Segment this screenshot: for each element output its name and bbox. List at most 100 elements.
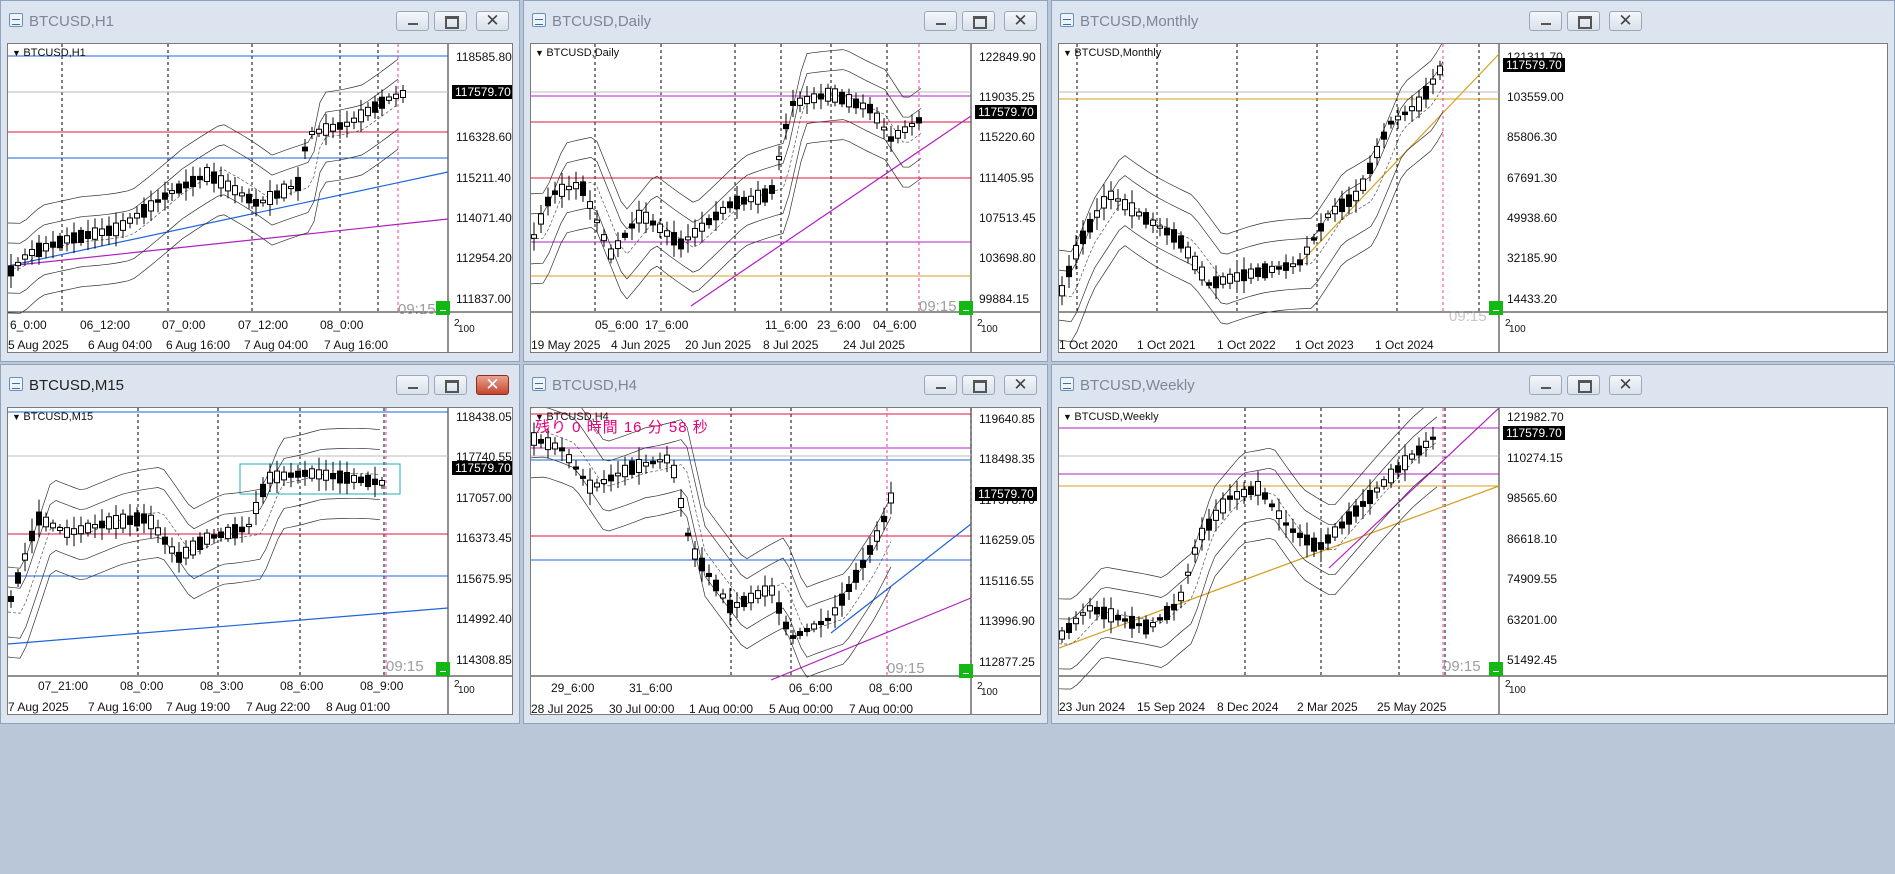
window-title: BTCUSD,H1: [29, 13, 115, 30]
y-tick: 118438.05: [456, 410, 512, 424]
y-tick: 110274.15: [1507, 451, 1563, 465]
x-time-tick: 07_12:00: [238, 318, 289, 332]
chart-window-icon: [532, 377, 546, 391]
symbol-label: BTCUSD,M15: [12, 411, 93, 423]
x-time-tick: 08_3:00: [200, 679, 244, 693]
title-bar[interactable]: BTCUSD,Monthly ✕: [1052, 1, 1894, 43]
y-tick: 67691.30: [1507, 171, 1558, 185]
minimize-button[interactable]: [924, 375, 957, 395]
window-title: BTCUSD,Daily: [552, 13, 652, 30]
close-button[interactable]: ✕: [476, 375, 509, 395]
x-date-tick: 6 Aug 04:00: [88, 338, 153, 352]
title-bar[interactable]: BTCUSD,M15 ✕: [1, 365, 519, 407]
corner-label-2: 100: [1509, 685, 1526, 696]
x-time-tick: 23_6:00: [817, 318, 861, 332]
chart-window-monthly[interactable]: BTCUSD,Monthly ✕ BTCUSD,Monthly 121311.7…: [1051, 0, 1895, 362]
minimize-button[interactable]: [924, 11, 957, 31]
chart-area[interactable]: BTCUSD,M15 118438.05 117740.55 117057.00…: [7, 407, 513, 715]
y-tick: 119640.85: [979, 412, 1035, 426]
x-time-tick: 31_6:00: [629, 681, 673, 695]
chart-area[interactable]: BTCUSD,Monthly 121311.70 103559.00 85806…: [1058, 43, 1888, 353]
minimize-button[interactable]: [396, 11, 429, 31]
window-title: BTCUSD,Weekly: [1080, 377, 1195, 394]
y-tick: 118585.80: [456, 50, 512, 64]
x-time-tick: 29_6:00: [551, 681, 595, 695]
x-date-tick: 1 Oct 2022: [1217, 338, 1276, 352]
title-bar[interactable]: BTCUSD,Daily ✕: [524, 1, 1047, 43]
maximize-button[interactable]: [962, 375, 995, 395]
x-date-tick: 7 Aug 16:00: [88, 700, 153, 714]
y-tick: 85806.30: [1507, 130, 1558, 144]
window-title: BTCUSD,H4: [552, 377, 638, 394]
x-time-tick: 06_6:00: [789, 681, 833, 695]
x-date-tick: 1 Aug 00:00: [689, 702, 754, 715]
x-date-tick: 2 Mar 2025: [1297, 700, 1358, 714]
title-bar[interactable]: BTCUSD,H1 ✕: [1, 1, 519, 43]
y-tick: 49938.60: [1507, 211, 1558, 225]
x-date-tick: 4 Jun 2025: [611, 338, 671, 352]
y-tick: 114308.85: [456, 653, 512, 667]
close-button[interactable]: ✕: [1609, 375, 1642, 395]
y-tick: 115211.40: [456, 171, 511, 185]
chart-window-daily[interactable]: BTCUSD,Daily ✕ BTCUSD,Daily 122849.90 11…: [523, 0, 1048, 362]
corner-label-2: 100: [1509, 324, 1526, 335]
title-bar[interactable]: BTCUSD,H4 ✕: [524, 365, 1047, 407]
minimize-button[interactable]: [1529, 11, 1562, 31]
x-time-tick: 07_0:00: [162, 318, 206, 332]
chart-window-icon: [1060, 377, 1074, 391]
chart-window-h4[interactable]: BTCUSD,H4 ✕ BTCUSD,H4 残り 0 時間 16 分 58 秒 …: [523, 364, 1048, 724]
x-time-tick: 06_12:00: [80, 318, 131, 332]
chart-area[interactable]: BTCUSD,H1 118585.80 116328.60 115211.40 …: [7, 43, 513, 353]
close-button[interactable]: ✕: [476, 11, 509, 31]
current-price-box: 117579.70: [452, 85, 512, 99]
server-time-label: 09:15: [1449, 308, 1487, 325]
x-date-tick: 20 Jun 2025: [685, 338, 752, 352]
x-date-tick: 8 Dec 2024: [1217, 700, 1279, 714]
maximize-button[interactable]: [1567, 375, 1600, 395]
x-date-tick: 24 Jul 2025: [843, 338, 906, 352]
x-date-tick: 7 Aug 04:00: [244, 338, 309, 352]
close-button[interactable]: ✕: [1609, 11, 1642, 31]
x-date-tick: 7 Aug 22:00: [246, 700, 311, 714]
maximize-button[interactable]: [434, 375, 467, 395]
status-indicator-icon: [959, 664, 973, 678]
x-date-tick: 19 May 2025: [531, 338, 601, 352]
y-tick: 116259.05: [979, 533, 1035, 547]
y-tick: 118498.35: [979, 452, 1035, 466]
y-tick: 86618.10: [1507, 532, 1558, 546]
close-button[interactable]: ✕: [1004, 375, 1037, 395]
current-price-box: 117579.70: [1503, 58, 1565, 72]
x-date-tick: 30 Jul 00:00: [609, 702, 675, 715]
y-tick: 114992.40: [456, 612, 512, 626]
maximize-button[interactable]: [962, 11, 995, 31]
x-date-tick: 25 May 2025: [1377, 700, 1447, 714]
current-price-box: 117579.70: [1503, 426, 1565, 440]
chart-window-weekly[interactable]: BTCUSD,Weekly ✕ BTCUSD,Weekly 121982.70 …: [1051, 364, 1895, 724]
y-tick: 103559.00: [1507, 90, 1564, 104]
maximize-button[interactable]: [434, 11, 467, 31]
x-date-tick: 1 Oct 2023: [1295, 338, 1354, 352]
symbol-label: BTCUSD,Monthly: [1063, 47, 1161, 59]
window-title: BTCUSD,M15: [29, 377, 125, 394]
chart-area[interactable]: BTCUSD,H4 残り 0 時間 16 分 58 秒 119640.85 11…: [530, 407, 1041, 715]
chart-window-m15[interactable]: BTCUSD,M15 ✕ BTCUSD,M15 118438.05 117740…: [0, 364, 520, 724]
y-tick: 115675.95: [456, 572, 512, 586]
x-date-tick: 28 Jul 2025: [531, 702, 594, 715]
x-time-tick: 17_6:00: [645, 318, 689, 332]
maximize-button[interactable]: [1567, 11, 1600, 31]
status-indicator-icon: [436, 662, 450, 676]
title-bar[interactable]: BTCUSD,Weekly ✕: [1052, 365, 1894, 407]
x-date-tick: 7 Aug 16:00: [324, 338, 389, 352]
close-button[interactable]: ✕: [1004, 11, 1037, 31]
y-tick: 111405.95: [979, 171, 1034, 185]
chart-window-icon: [1060, 13, 1074, 27]
server-time-label: 09:15: [1443, 658, 1481, 675]
chart-area[interactable]: BTCUSD,Daily 122849.90 119035.25 115220.…: [530, 43, 1041, 353]
minimize-button[interactable]: [396, 375, 429, 395]
corner-label-2: 100: [981, 687, 998, 698]
chart-area[interactable]: BTCUSD,Weekly 121982.70 110274.15 98565.…: [1058, 407, 1888, 715]
chart-window-h1[interactable]: BTCUSD,H1 ✕ BTCUSD,H1 118585.80 116328.6…: [0, 0, 520, 362]
x-date-tick: 5 Aug 2025: [8, 338, 69, 352]
server-time-label: 09:15: [386, 658, 424, 675]
minimize-button[interactable]: [1529, 375, 1562, 395]
